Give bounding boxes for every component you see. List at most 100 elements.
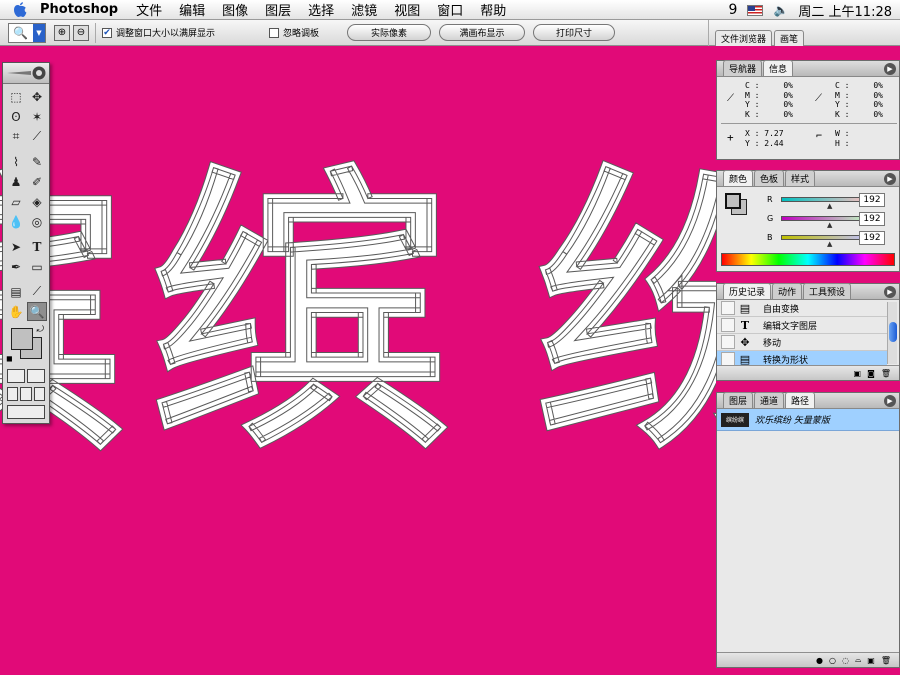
menu-filter[interactable]: 滤镜	[351, 0, 377, 19]
tool-preset-picker[interactable]: 🔍 ▼	[8, 22, 46, 43]
info-tab[interactable]: 信息	[763, 60, 794, 76]
clone-stamp-tool-icon[interactable]: ♟	[6, 172, 26, 191]
menu-layer[interactable]: 图层	[265, 0, 291, 19]
history-brush-source-box[interactable]	[721, 352, 735, 366]
resize-windows-checkbox[interactable]: ✔	[102, 27, 112, 38]
ignore-palettes-checkbox[interactable]	[269, 27, 280, 38]
blue-slider-thumb-icon[interactable]: ▲	[827, 240, 832, 248]
status-menu-icon[interactable]: 9	[729, 2, 738, 18]
new-path-icon[interactable]: ▣	[867, 656, 875, 665]
swatches-tab[interactable]: 色板	[754, 170, 785, 186]
actual-pixels-button[interactable]: 实际像素	[347, 24, 432, 41]
scroll-thumb[interactable]	[889, 322, 897, 342]
type-tool-icon[interactable]: T	[27, 237, 47, 256]
fill-path-icon[interactable]: ●	[816, 656, 823, 665]
menu-edit[interactable]: 编辑	[179, 0, 205, 19]
navigator-tab[interactable]: 导航器	[723, 60, 763, 76]
menu-image[interactable]: 图像	[222, 0, 248, 19]
volume-icon[interactable]: 🔈	[773, 3, 788, 17]
panel-menu-arrow-icon[interactable]: ▶	[884, 395, 896, 407]
color-tab[interactable]: 颜色	[723, 170, 754, 186]
paths-tab[interactable]: 路径	[785, 392, 816, 408]
zoom-out-button[interactable]: ⊖	[73, 24, 89, 41]
marquee-tool-icon[interactable]: ⬚	[6, 87, 26, 106]
color-spectrum-ramp[interactable]	[721, 253, 895, 266]
notes-tool-icon[interactable]: ▤	[6, 282, 26, 301]
menu-window[interactable]: 窗口	[437, 0, 463, 19]
history-item[interactable]: T 编辑文字图层	[717, 317, 887, 334]
history-brush-source-box[interactable]	[721, 301, 735, 315]
make-work-path-icon[interactable]: ⌓	[855, 655, 861, 665]
panel-menu-arrow-icon[interactable]: ▶	[884, 63, 896, 75]
blue-value-field[interactable]: 192	[859, 230, 885, 245]
red-slider[interactable]: R ▲ 192	[717, 190, 899, 210]
app-menu-photoshop[interactable]: Photoshop	[40, 2, 118, 17]
menu-file[interactable]: 文件	[136, 0, 162, 19]
lasso-tool-icon[interactable]: ʘ	[6, 107, 26, 126]
history-brush-source-box[interactable]	[721, 318, 735, 332]
dodge-tool-icon[interactable]: ◎	[27, 212, 47, 231]
magic-wand-tool-icon[interactable]: ✶	[27, 107, 47, 126]
standard-mode-button[interactable]	[7, 369, 25, 383]
path-row-selected[interactable]: 缤纷缤 欢乐缤纷 矢量蒙版	[717, 409, 899, 431]
panel-menu-arrow-icon[interactable]: ▶	[884, 173, 896, 185]
actions-tab[interactable]: 动作	[772, 283, 803, 299]
us-flag-icon[interactable]	[747, 4, 764, 16]
zoom-in-button[interactable]: ⊕	[54, 24, 70, 41]
green-value-field[interactable]: 192	[859, 211, 885, 226]
history-scrollbar[interactable]	[887, 302, 897, 364]
shape-tool-icon[interactable]: ▭	[27, 257, 47, 276]
default-colors-icon[interactable]: ◼	[6, 354, 13, 363]
jump-to-imageready-button[interactable]	[7, 405, 45, 419]
pen-tool-icon[interactable]: ✒	[6, 257, 26, 276]
load-path-as-selection-icon[interactable]: ◌	[842, 656, 849, 665]
screen-mode-full-button[interactable]	[33, 387, 45, 401]
red-value-field[interactable]: 192	[859, 192, 885, 207]
menu-view[interactable]: 视图	[394, 0, 420, 19]
channels-tab[interactable]: 通道	[754, 392, 785, 408]
fit-on-screen-button[interactable]: 满画布显示	[439, 24, 526, 41]
document-canvas[interactable]: 缤 缤 纷	[0, 46, 716, 675]
tool-presets-tab[interactable]: 工具预设	[803, 283, 852, 299]
history-item[interactable]: ▤ 自由变换	[717, 300, 887, 317]
new-document-from-state-icon[interactable]: ▣	[854, 369, 862, 378]
history-brush-tool-icon[interactable]: ✐	[27, 172, 47, 191]
history-tab[interactable]: 历史记录	[723, 283, 772, 299]
layers-tab[interactable]: 图层	[723, 392, 754, 408]
menubar-clock[interactable]: 周二 上午11:28	[798, 1, 892, 20]
zoom-tool-selected-icon[interactable]: 🔍	[27, 302, 47, 321]
styles-tab[interactable]: 样式	[785, 170, 816, 186]
swap-colors-icon[interactable]: ⤾	[37, 325, 45, 335]
crop-tool-icon[interactable]: ⌗	[6, 127, 26, 146]
toolbox-header[interactable]	[3, 63, 49, 84]
green-slider[interactable]: G ▲ 192	[717, 209, 899, 229]
foreground-color-swatch[interactable]	[11, 328, 33, 350]
panel-menu-arrow-icon[interactable]: ▶	[884, 286, 896, 298]
quick-mask-mode-button[interactable]	[27, 369, 45, 383]
trash-icon[interactable]: 🗑	[881, 369, 891, 378]
trash-icon[interactable]: 🗑	[881, 656, 891, 665]
path-selection-tool-icon[interactable]: ➤	[6, 237, 26, 256]
brushes-tab[interactable]: 画笔	[774, 30, 805, 46]
history-item[interactable]: ✥ 移动	[717, 334, 887, 351]
hand-tool-icon[interactable]: ✋	[6, 302, 26, 321]
move-tool-icon[interactable]: ✥	[27, 87, 47, 106]
file-browser-tab[interactable]: 文件浏览器	[715, 30, 773, 46]
menu-help[interactable]: 帮助	[480, 0, 506, 19]
brush-tool-icon[interactable]: ✎	[27, 152, 47, 171]
healing-brush-tool-icon[interactable]: ⌇	[6, 152, 26, 171]
eyedropper-tool-icon[interactable]: ⟋	[27, 282, 47, 301]
blue-slider[interactable]: B ▲ 192	[717, 228, 899, 248]
apple-menu[interactable]	[0, 1, 40, 18]
paint-bucket-tool-icon[interactable]: ◈	[27, 192, 47, 211]
slice-tool-icon[interactable]: ⟋	[27, 127, 47, 146]
menu-select[interactable]: 选择	[308, 0, 334, 19]
screen-mode-standard-button[interactable]	[7, 387, 19, 401]
history-brush-source-box[interactable]	[721, 335, 735, 349]
screen-mode-full-menu-button[interactable]	[20, 387, 32, 401]
eraser-tool-icon[interactable]: ▱	[6, 192, 26, 211]
print-size-button[interactable]: 打印尺寸	[533, 24, 616, 41]
new-snapshot-icon[interactable]: ◙	[867, 369, 875, 378]
blur-tool-icon[interactable]: 💧	[6, 212, 26, 231]
stroke-path-icon[interactable]: ○	[829, 656, 836, 665]
